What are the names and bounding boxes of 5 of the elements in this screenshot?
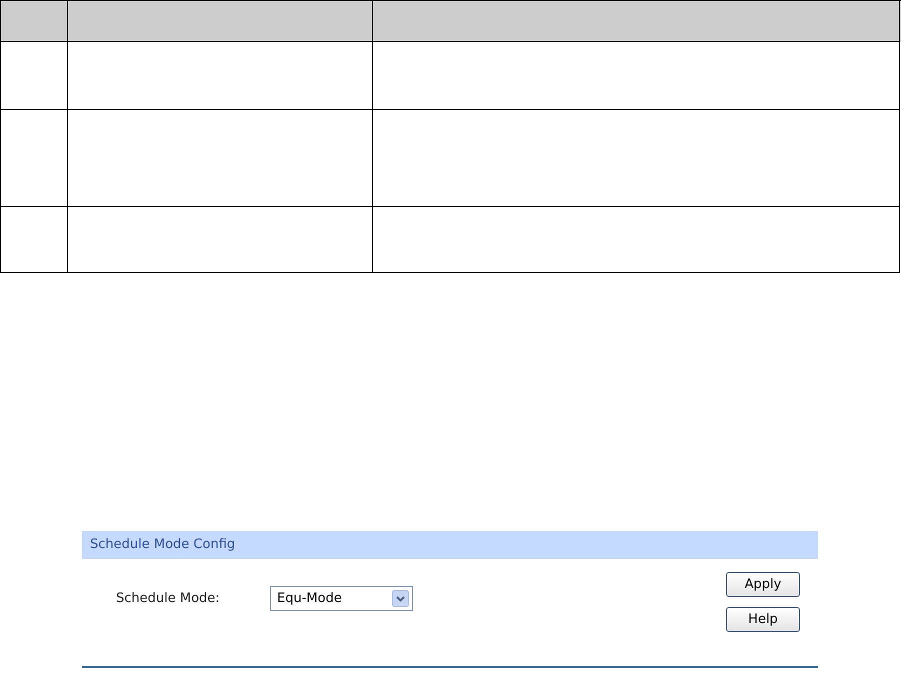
- mode-select[interactable]: Equ-Mode: [270, 586, 413, 611]
- panel-button[interactable]: Help: [726, 607, 800, 632]
- panel-button[interactable]: Apply: [726, 572, 800, 597]
- panel-title: Schedule Mode Config: [82, 531, 818, 559]
- field-label: Schedule Mode:: [116, 591, 221, 606]
